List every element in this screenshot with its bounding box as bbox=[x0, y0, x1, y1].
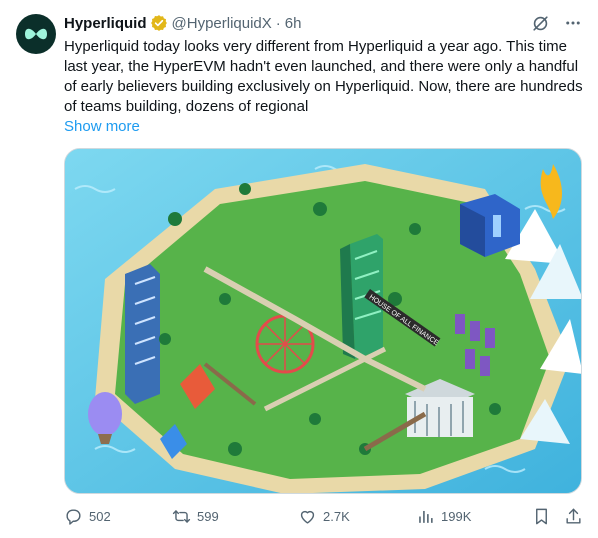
bookmark-icon bbox=[536, 508, 547, 524]
author-name[interactable]: Hyperliquid bbox=[64, 15, 147, 32]
separator-dot: · bbox=[275, 14, 281, 32]
bookmark-button[interactable] bbox=[532, 507, 551, 526]
views-count: 199K bbox=[441, 508, 472, 524]
tweet-action-bar: 502 599 2.7K 199K bbox=[64, 504, 584, 528]
share-button[interactable] bbox=[564, 507, 583, 526]
verified-badge-icon[interactable] bbox=[150, 14, 168, 32]
like-button[interactable]: 2.7K bbox=[298, 507, 350, 526]
grok-icon[interactable] bbox=[531, 14, 550, 33]
share-icon bbox=[566, 508, 581, 524]
more-icon[interactable] bbox=[564, 14, 582, 32]
show-more-link[interactable]: Show more bbox=[64, 117, 140, 137]
tweet-header: Hyperliquid @HyperliquidX · 6h bbox=[64, 12, 582, 34]
tweet-time[interactable]: 6h bbox=[285, 15, 302, 32]
repost-icon bbox=[172, 509, 191, 523]
repost-button[interactable]: 599 bbox=[172, 507, 219, 526]
reply-count: 502 bbox=[89, 508, 111, 524]
hyperliquid-logo-icon bbox=[25, 28, 47, 40]
views-button[interactable]: 199K bbox=[416, 507, 471, 526]
repost-count: 599 bbox=[197, 508, 219, 524]
tweet-media-image[interactable]: HOUSE OF ALL FINANCE bbox=[64, 148, 582, 494]
author-avatar[interactable] bbox=[16, 14, 56, 54]
reply-button[interactable]: 502 bbox=[64, 507, 111, 526]
like-count: 2.7K bbox=[323, 508, 350, 524]
like-icon bbox=[300, 510, 315, 524]
views-icon bbox=[419, 510, 433, 523]
author-handle[interactable]: @HyperliquidX bbox=[172, 15, 272, 32]
reply-icon bbox=[66, 508, 81, 525]
tweet-text: Hyperliquid today looks very different f… bbox=[64, 38, 587, 115]
